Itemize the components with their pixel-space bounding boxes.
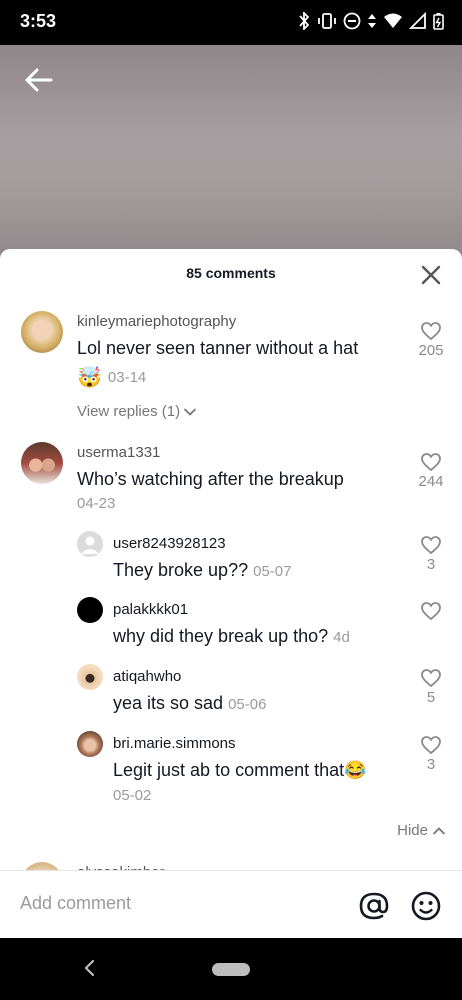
nav-home-pill[interactable] [212,963,250,976]
at-sign-icon[interactable] [358,890,390,922]
comment-count: 85 comments [186,265,276,281]
heart-outline-icon[interactable] [420,668,442,688]
avatar[interactable] [77,531,103,557]
battery-icon [433,13,444,30]
comment-text: Lol never seen tanner without a hat [77,338,359,358]
reply-text-line: yea its so sad 05-06 [113,693,266,714]
comment-date: 03-14 [107,369,147,386]
status-icons [297,12,444,30]
reply-username[interactable]: bri.marie.simmons [113,735,236,752]
bluetooth-icon [299,12,310,30]
arrow-left-icon[interactable] [22,63,56,97]
reply-date: 05-06 [228,696,267,713]
hide-replies-button[interactable]: Hide [397,822,446,839]
reply-date: 05-02 [113,787,152,804]
comment-date: 04-23 [77,495,116,512]
heart-outline-icon[interactable] [420,735,442,755]
like-count: 3 [426,556,436,573]
like-button[interactable] [411,601,451,622]
comment-item: userma1331 Who’s watching after the brea… [0,439,462,514]
status-bar: 3:53 [0,0,462,45]
chevron-down-icon [183,407,197,416]
comment-meta: 🤯 03-14 [77,365,146,390]
avatar[interactable] [77,597,103,623]
default-avatar-icon [81,536,99,554]
video-preview[interactable] [0,45,462,260]
view-replies-label: View replies (1) [77,403,181,420]
like-button[interactable]: 244 [411,452,451,490]
reply-item: atiqahwho yea its so sad 05-06 5 [0,663,462,723]
data-transfer-icon [368,14,376,28]
exploding-head-emoji: 🤯 [77,367,102,389]
wifi-icon [384,13,402,28]
comments-sheet: 85 comments kinleymariephotography Lol n… [0,249,462,938]
reply-text-line: They broke up?? 05-07 [113,560,291,581]
avatar[interactable] [21,442,63,484]
status-time: 3:53 [20,11,57,31]
vibrate-icon [318,13,336,29]
comment-item: kinleymariephotography Lol never seen ta… [0,308,462,428]
reply-item: user8243928123 They broke up?? 05-07 3 [0,530,462,590]
nav-back-icon[interactable] [80,958,100,978]
comments-header: 85 comments [0,249,462,297]
avatar[interactable] [77,731,103,757]
reply-text: Legit just ab to comment that😂 [113,760,367,780]
reply-text-line: why did they break up tho? 4d [113,626,350,647]
reply-item: bri.marie.simmons Legit just ab to comme… [0,730,462,810]
like-button[interactable]: 3 [411,535,451,573]
reply-date: 4d [333,629,350,646]
reply-username[interactable]: palakkkk01 [113,601,188,618]
reply-text: They broke up?? [113,560,249,580]
like-button[interactable]: 205 [411,321,451,359]
view-replies-button[interactable]: View replies (1) [77,403,197,420]
chevron-up-icon [432,826,446,835]
reply-text: why did they break up tho? [113,626,329,646]
heart-outline-icon[interactable] [420,321,442,341]
heart-outline-icon[interactable] [420,601,442,621]
tiktok-comments-screen: 3:53 85 comments kinleymariephotography [0,0,462,1000]
like-button[interactable]: 3 [411,735,451,773]
comment-username[interactable]: kinleymariephotography [77,313,236,330]
cell-signal-icon [409,12,426,29]
reply-date: 05-07 [253,563,292,580]
close-icon[interactable] [420,264,442,286]
reply-username[interactable]: user8243928123 [113,535,226,552]
add-comment-input[interactable]: Add comment [20,893,131,914]
system-nav-bar [0,938,462,1000]
hide-label: Hide [397,822,428,839]
avatar[interactable] [77,664,103,690]
like-button[interactable]: 5 [411,668,451,706]
add-comment-bar: Add comment [0,870,462,938]
heart-outline-icon[interactable] [420,452,442,472]
heart-outline-icon[interactable] [420,535,442,555]
reply-username[interactable]: atiqahwho [113,668,181,685]
comment-text: Who’s watching after the breakup [77,469,344,489]
like-count: 3 [426,756,436,773]
reply-text: yea its so sad [113,693,224,713]
like-count: 244 [418,473,444,490]
comment-username[interactable]: userma1331 [77,444,160,461]
like-count: 5 [426,689,436,706]
reply-item: palakkkk01 why did they break up tho? 4d [0,596,462,656]
smiley-face-icon[interactable] [410,890,442,922]
do-not-disturb-icon [343,12,361,30]
like-count: 205 [418,342,444,359]
avatar[interactable] [21,311,63,353]
